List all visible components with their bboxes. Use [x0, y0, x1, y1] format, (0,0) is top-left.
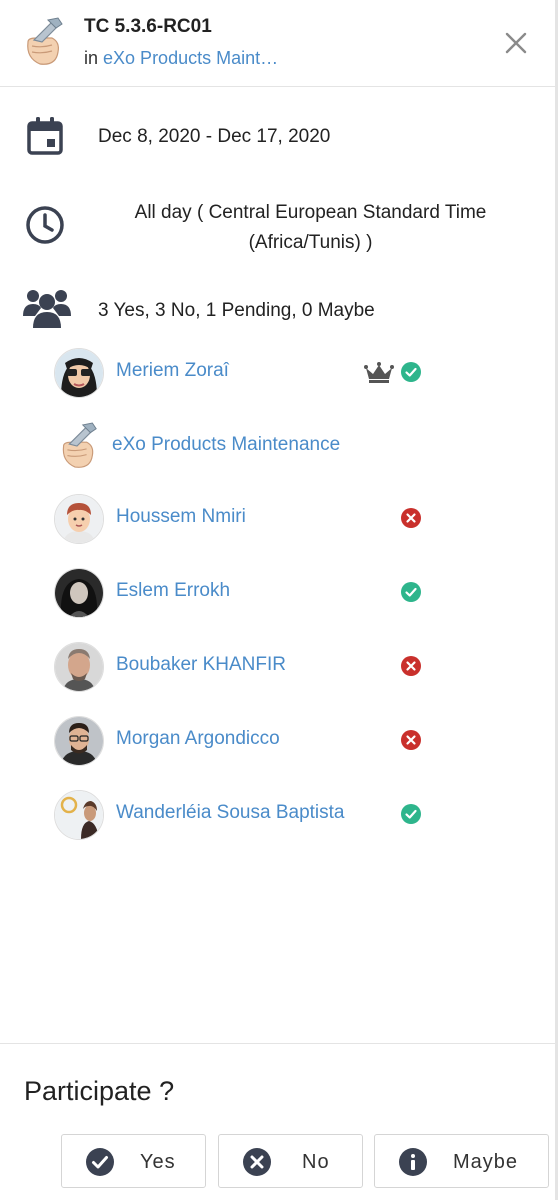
event-dates-row: Dec 8, 2020 - Dec 17, 2020 — [0, 112, 555, 162]
maybe-button[interactable]: Maybe — [374, 1134, 549, 1188]
participant-name[interactable]: Boubaker KHANFIR — [116, 654, 286, 676]
space-avatar — [18, 16, 66, 68]
avatar[interactable] — [54, 348, 104, 398]
participant-row: Morgan Argondicco — [0, 710, 555, 770]
participant-name[interactable]: Morgan Argondicco — [116, 728, 280, 750]
no-label: No — [302, 1151, 330, 1173]
event-time-line1: All day ( Central European Standard Time — [134, 202, 487, 223]
participant-row: Boubaker KHANFIR — [0, 636, 555, 696]
event-time: All day ( Central European Standard Time… — [98, 198, 523, 258]
avatar[interactable] — [54, 642, 104, 692]
space-prefix: in — [84, 48, 99, 68]
x-circle-icon — [401, 730, 421, 750]
event-time-row: All day ( Central European Standard Time… — [0, 190, 555, 260]
check-circle-icon — [401, 582, 421, 602]
event-time-line2: (Africa/Tunis) ) — [248, 232, 373, 253]
crown-icon — [364, 362, 394, 384]
event-space: in eXo Products Maint… — [84, 48, 278, 69]
check-circle-icon — [401, 804, 421, 824]
x-circle-icon — [401, 656, 421, 676]
avatar[interactable] — [54, 568, 104, 618]
drawer-header: TC 5.3.6-RC01 in eXo Products Maint… — [0, 0, 555, 87]
x-circle-icon — [243, 1148, 271, 1176]
event-dates: Dec 8, 2020 - Dec 17, 2020 — [98, 126, 331, 147]
yes-label: Yes — [140, 1151, 176, 1173]
participant-name[interactable]: Meriem Zoraî — [116, 360, 229, 382]
participant-name[interactable]: eXo Products Maintenance — [112, 434, 340, 456]
yes-button[interactable]: Yes — [61, 1134, 206, 1188]
close-icon[interactable] — [503, 30, 529, 56]
participant-name[interactable]: Houssem Nmiri — [116, 506, 246, 528]
avatar[interactable] — [54, 716, 104, 766]
info-circle-icon — [399, 1148, 427, 1176]
participate-title: Participate ? — [24, 1076, 175, 1106]
participant-name[interactable]: Eslem Errokh — [116, 580, 230, 602]
event-title: TC 5.3.6-RC01 — [84, 16, 212, 37]
participant-row: Meriem Zoraî — [0, 342, 555, 402]
clock-icon — [25, 205, 65, 250]
x-circle-icon — [401, 508, 421, 528]
participant-row: Wanderléia Sousa Baptista — [0, 784, 555, 844]
maybe-label: Maybe — [453, 1151, 519, 1173]
check-circle-icon — [86, 1148, 114, 1176]
participant-row: Houssem Nmiri — [0, 488, 555, 548]
people-icon — [23, 288, 71, 333]
participant-name[interactable]: Wanderléia Sousa Baptista — [116, 802, 344, 824]
attendees-summary: 3 Yes, 3 No, 1 Pending, 0 Maybe — [98, 300, 375, 321]
participate-footer: Participate ? Yes No Maybe — [0, 1043, 555, 1201]
avatar[interactable] — [54, 494, 104, 544]
check-circle-icon — [401, 362, 421, 382]
space-avatar[interactable] — [54, 420, 100, 472]
participant-row: eXo Products Maintenance — [0, 416, 555, 476]
avatar[interactable] — [54, 790, 104, 840]
calendar-icon — [27, 117, 63, 160]
space-link[interactable]: eXo Products Maint… — [103, 48, 278, 68]
participant-row: Eslem Errokh — [0, 562, 555, 622]
no-button[interactable]: No — [218, 1134, 363, 1188]
attendees-summary-row: 3 Yes, 3 No, 1 Pending, 0 Maybe — [0, 284, 555, 334]
